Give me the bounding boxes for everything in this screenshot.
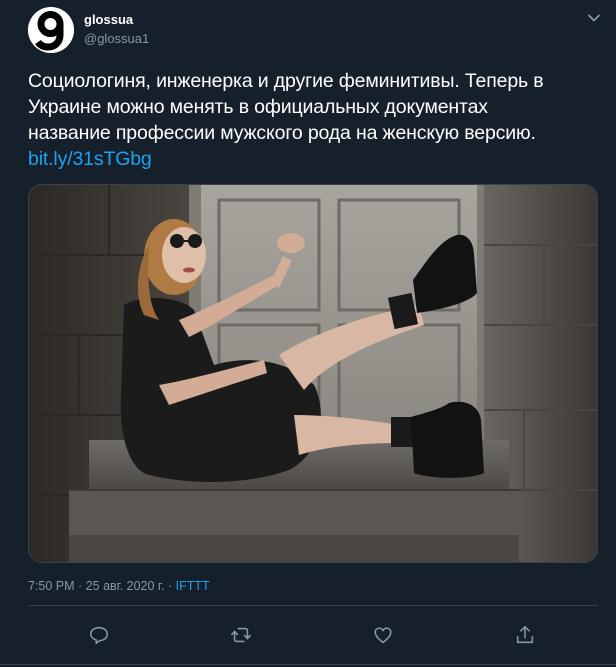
glossua-logo-icon bbox=[28, 7, 74, 53]
meta-separator: · bbox=[167, 579, 173, 593]
tweet-text-line: название профессии мужского рода на женс… bbox=[28, 122, 536, 144]
meta-separator: · bbox=[78, 579, 83, 593]
tweet-card: glossua @glossua1 Социологиня, инженерка… bbox=[0, 0, 616, 667]
retweet-button[interactable] bbox=[230, 624, 252, 646]
avatar[interactable] bbox=[28, 7, 74, 53]
display-name[interactable]: glossua bbox=[84, 12, 133, 27]
tweet-text-line: Украине можно менять в официальных докум… bbox=[28, 96, 488, 118]
tweet-text: Социологиня, инженерка и другие феминити… bbox=[28, 68, 598, 172]
chevron-down-icon[interactable] bbox=[586, 10, 602, 26]
user-handle[interactable]: @glossua1 bbox=[84, 31, 149, 46]
divider bbox=[0, 664, 616, 665]
reply-button[interactable] bbox=[88, 624, 110, 646]
tweet-text-line: Социологиня, инженерка и другие феминити… bbox=[28, 70, 544, 92]
divider bbox=[28, 605, 598, 606]
tweet-photo[interactable] bbox=[28, 184, 598, 563]
tweet-link[interactable]: bit.ly/31sTGbg bbox=[28, 148, 152, 170]
tweet-date[interactable]: 25 авг. 2020 г. bbox=[86, 579, 165, 593]
photo-woman-sitting-doorway bbox=[29, 185, 597, 562]
reply-icon bbox=[89, 626, 109, 645]
retweet-icon bbox=[231, 627, 251, 643]
tweet-time[interactable]: 7:50 PM bbox=[28, 579, 75, 593]
tweet-source[interactable]: IFTTT bbox=[176, 579, 210, 593]
heart-icon bbox=[374, 627, 392, 644]
tweet-meta: 7:50 PM · 25 авг. 2020 г. · IFTTT bbox=[28, 579, 210, 593]
share-icon bbox=[516, 625, 534, 644]
like-button[interactable] bbox=[372, 624, 394, 646]
share-button[interactable] bbox=[514, 624, 536, 646]
